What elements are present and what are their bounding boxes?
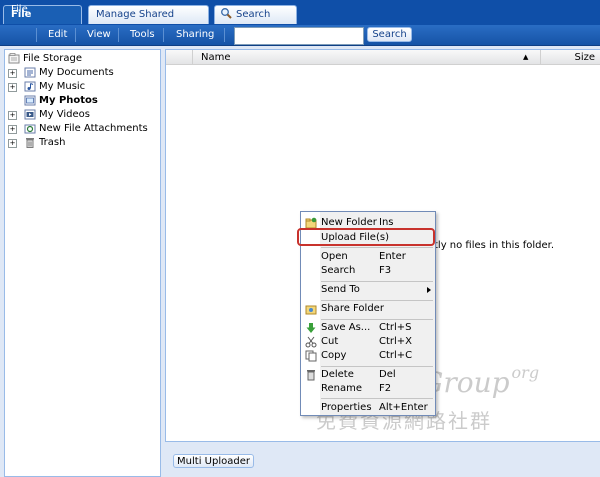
documents-folder-icon bbox=[24, 67, 36, 78]
copy-icon bbox=[305, 350, 317, 362]
ctx-rename[interactable]: Rename F2 bbox=[301, 382, 435, 396]
ctx-shortcut: Enter bbox=[379, 251, 406, 262]
ctx-shortcut: Ctrl+S bbox=[379, 322, 412, 333]
tree-item-new-file-attachments[interactable]: + New File Attachments bbox=[8, 122, 158, 136]
save-icon bbox=[306, 323, 316, 333]
tree-item-my-documents[interactable]: + My Documents bbox=[8, 66, 158, 80]
tree-item-label: My Documents bbox=[39, 67, 114, 78]
column-name-label: Name bbox=[201, 52, 231, 63]
trash-icon bbox=[26, 138, 34, 148]
tab-bar: File Storage Manage Shared Folders Searc… bbox=[0, 0, 600, 38]
ctx-label: Save As... bbox=[321, 322, 371, 333]
ctx-label: Share Folder bbox=[321, 303, 384, 314]
ctx-share-folder[interactable]: Share Folder bbox=[301, 302, 435, 316]
ctx-cut[interactable]: Cut Ctrl+X bbox=[301, 335, 435, 349]
tree-root[interactable]: File Storage bbox=[8, 52, 158, 66]
ctx-label: Open bbox=[321, 251, 348, 262]
magnifier-icon bbox=[221, 8, 232, 19]
tree-item-label: New File Attachments bbox=[39, 123, 148, 134]
ctx-label: Search bbox=[321, 265, 356, 276]
ctx-separator bbox=[321, 366, 433, 367]
expand-icon[interactable]: + bbox=[8, 83, 17, 92]
ctx-send-to[interactable]: Send To bbox=[301, 283, 435, 297]
submenu-arrow-icon bbox=[427, 287, 431, 293]
ctx-shortcut: Ctrl+C bbox=[379, 350, 413, 361]
sort-ascending-icon: ▲ bbox=[523, 53, 529, 61]
ctx-label: Rename bbox=[321, 383, 363, 394]
menu-divider bbox=[118, 28, 119, 42]
tree-item-trash[interactable]: + Trash bbox=[8, 136, 158, 150]
tab-search-files[interactable]: Search Files bbox=[214, 5, 297, 38]
ctx-shortcut: Alt+Enter bbox=[379, 402, 428, 413]
multi-uploader-button[interactable]: Multi Uploader bbox=[173, 454, 254, 468]
search-button[interactable]: Search bbox=[367, 27, 412, 42]
menu-divider bbox=[75, 28, 76, 42]
ctx-separator bbox=[321, 281, 433, 282]
ctx-separator bbox=[321, 300, 433, 301]
photos-folder-icon bbox=[24, 95, 36, 106]
share-folder-icon bbox=[305, 305, 317, 315]
expand-icon[interactable]: + bbox=[8, 125, 17, 134]
expand-icon[interactable]: + bbox=[8, 69, 17, 78]
cut-icon bbox=[305, 336, 317, 348]
menu-divider bbox=[163, 28, 164, 42]
tree-item-my-photos[interactable]: My Photos bbox=[8, 94, 158, 108]
ctx-shortcut: Ctrl+X bbox=[379, 336, 413, 347]
tree-item-label: Trash bbox=[39, 137, 66, 148]
expand-icon[interactable]: + bbox=[8, 139, 17, 148]
menu-tools[interactable]: Tools bbox=[130, 25, 155, 45]
tree-item-label: My Videos bbox=[39, 109, 90, 120]
ctx-shortcut: F3 bbox=[379, 265, 392, 276]
ctx-separator bbox=[321, 319, 433, 320]
attachments-folder-icon bbox=[24, 124, 36, 134]
delete-icon bbox=[307, 370, 315, 381]
ctx-separator bbox=[321, 247, 433, 248]
menu-view[interactable]: View bbox=[87, 25, 111, 45]
column-header-size[interactable]: Size bbox=[541, 50, 600, 65]
tab-manage-shared-folders[interactable]: Manage Shared Folders bbox=[88, 5, 209, 38]
expand-icon[interactable]: + bbox=[8, 111, 17, 120]
menu-sharing[interactable]: Sharing bbox=[176, 25, 214, 45]
ctx-properties[interactable]: Properties Alt+Enter bbox=[301, 401, 435, 415]
menu-edit[interactable]: Edit bbox=[48, 25, 67, 45]
column-header-name[interactable]: Name ▲ bbox=[193, 50, 541, 65]
folder-tree: File Storage + My Documents + My Music M… bbox=[4, 49, 161, 477]
ctx-search[interactable]: Search F3 bbox=[301, 264, 435, 278]
menu-divider bbox=[224, 28, 225, 42]
ctx-label: Properties bbox=[321, 402, 372, 413]
file-storage-icon bbox=[8, 53, 20, 64]
ctx-save-as[interactable]: Save As... Ctrl+S bbox=[301, 321, 435, 335]
ctx-label: Delete bbox=[321, 369, 354, 380]
column-header-blank bbox=[166, 50, 193, 65]
ctx-label: Send To bbox=[321, 284, 360, 295]
menu-divider bbox=[36, 28, 37, 42]
ctx-copy[interactable]: Copy Ctrl+C bbox=[301, 349, 435, 363]
music-folder-icon bbox=[24, 81, 36, 92]
ctx-shortcut: Del bbox=[379, 369, 396, 380]
tree-item-label: My Music bbox=[39, 81, 86, 92]
ctx-open[interactable]: Open Enter bbox=[301, 250, 435, 264]
ctx-shortcut: F2 bbox=[379, 383, 392, 394]
upload-files-highlight bbox=[297, 228, 435, 246]
search-input[interactable] bbox=[234, 27, 364, 45]
ctx-label: Cut bbox=[321, 336, 339, 347]
empty-folder-message: tly no files in this folder. bbox=[434, 240, 555, 251]
tree-item-my-videos[interactable]: + My Videos bbox=[8, 108, 158, 122]
menu-file[interactable]: File bbox=[11, 0, 28, 20]
ctx-separator bbox=[321, 398, 433, 399]
ctx-label: Copy bbox=[321, 350, 347, 361]
tree-root-label: File Storage bbox=[23, 53, 83, 64]
ctx-delete[interactable]: Delete Del bbox=[301, 368, 435, 382]
tree-item-label: My Photos bbox=[39, 95, 98, 106]
videos-folder-icon bbox=[24, 109, 36, 120]
tree-item-my-music[interactable]: + My Music bbox=[8, 80, 158, 94]
